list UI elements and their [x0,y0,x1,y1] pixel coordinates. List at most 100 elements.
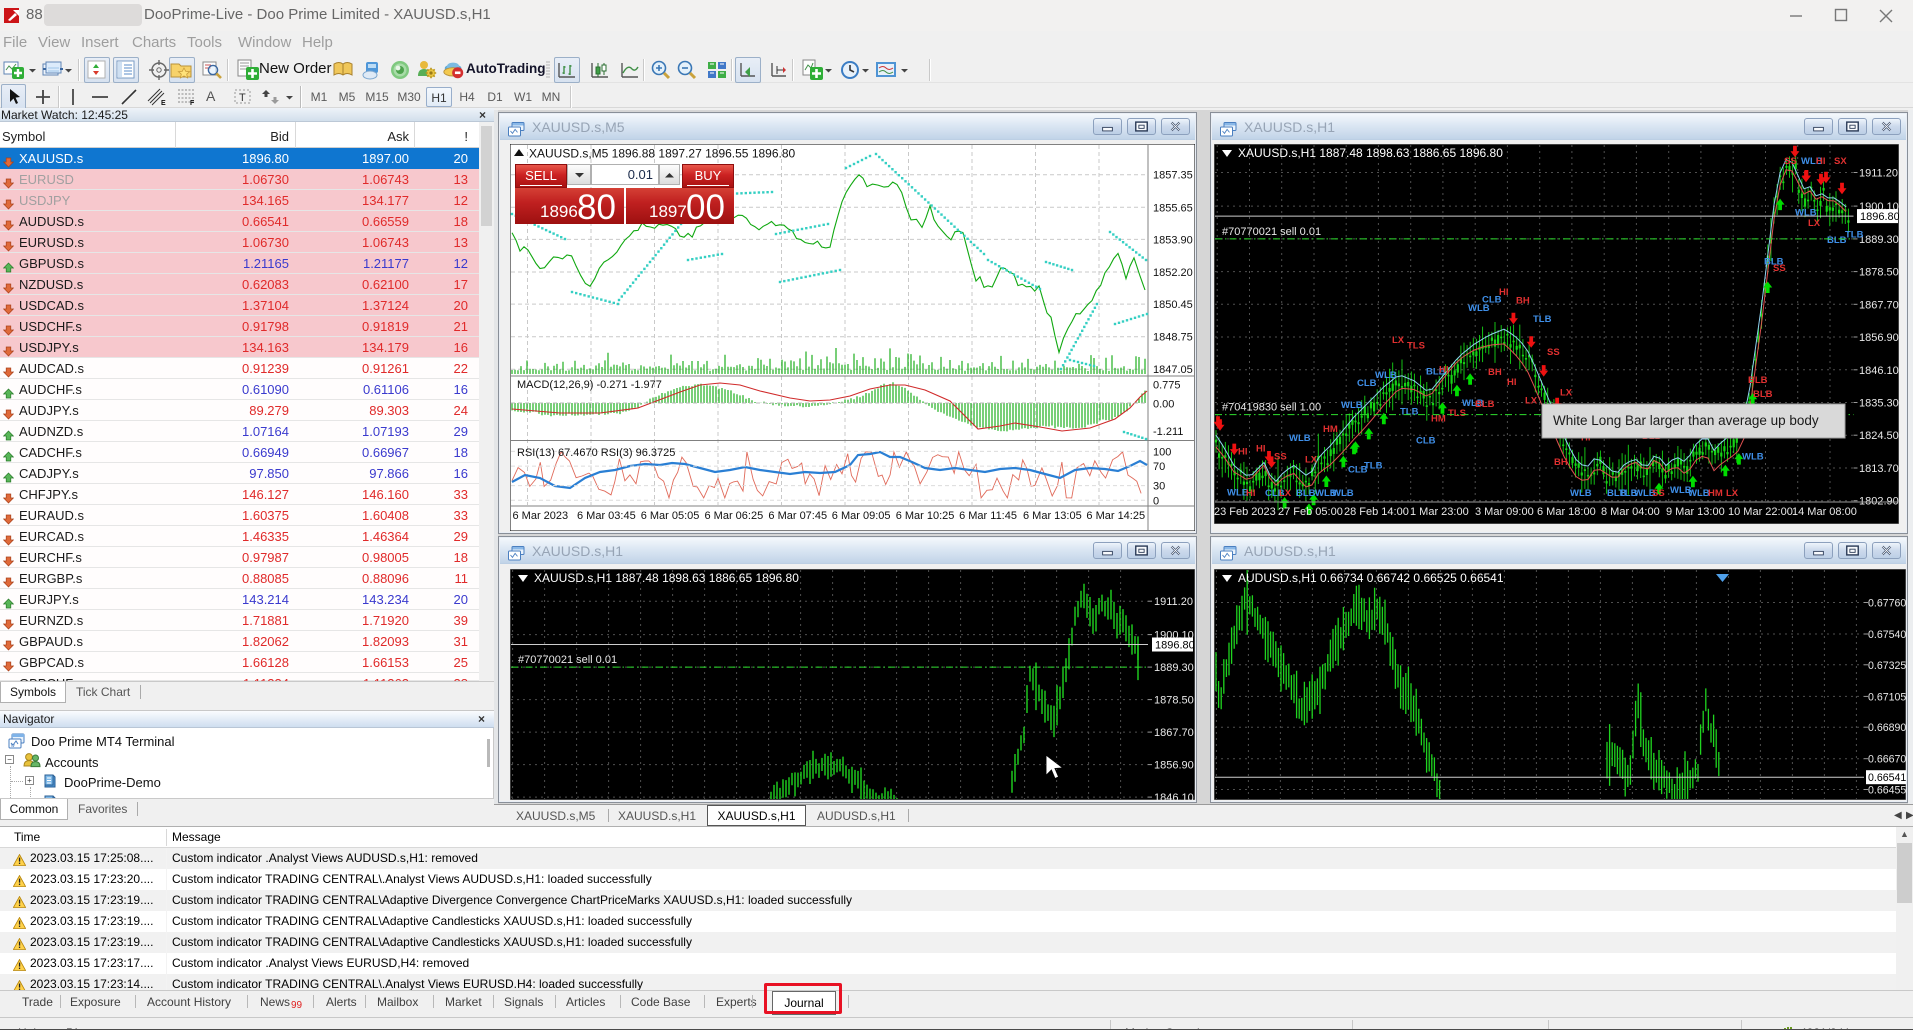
svg-text:9 Mar 13:00: 9 Mar 13:00 [1666,506,1725,518]
svg-text:0.67325: 0.67325 [1868,660,1906,672]
svg-text:LX: LX [1279,488,1292,499]
svg-text:HI: HI [1816,156,1826,167]
svg-text:1853.90: 1853.90 [1153,234,1193,246]
svg-text:0.66890: 0.66890 [1868,722,1906,734]
svg-text:30: 30 [1153,481,1165,493]
svg-text:1824.50: 1824.50 [1859,430,1899,442]
svg-text:6 Mar 07:45: 6 Mar 07:45 [768,510,827,522]
svg-text:WLB: WLB [1289,433,1311,444]
svg-text:BLB: BLB [1748,375,1768,386]
svg-text:BLB: BLB [1827,235,1847,246]
svg-text:HI: HI [1507,377,1517,388]
svg-text:WLB: WLB [1688,488,1710,499]
svg-text:8 Mar 04:00: 8 Mar 04:00 [1601,506,1660,518]
svg-text:LX: LX [1525,395,1538,406]
svg-text:1867.70: 1867.70 [1859,299,1899,311]
svg-text:0.66670: 0.66670 [1868,754,1906,766]
svg-text:0.66541: 0.66541 [1868,772,1906,784]
svg-text:1813.70: 1813.70 [1859,463,1899,475]
svg-text:0.00: 0.00 [1153,398,1174,410]
svg-text:SS: SS [1784,156,1797,167]
svg-text:CLB: CLB [1357,378,1377,389]
svg-text:T: T [239,92,246,104]
svg-text:WLB: WLB [1570,488,1592,499]
svg-text:6 Mar 14:25: 6 Mar 14:25 [1086,510,1145,522]
svg-text:SS: SS [1652,488,1665,499]
svg-text:6 Mar 18:00: 6 Mar 18:00 [1537,506,1596,518]
svg-text:6 Mar 11:45: 6 Mar 11:45 [959,510,1017,522]
svg-text:HI: HI [1256,444,1266,455]
svg-text:SS: SS [1773,263,1786,274]
svg-text:BH: BH [1554,457,1568,468]
svg-text:1850.45: 1850.45 [1153,299,1193,311]
svg-text:28 Feb 14:00: 28 Feb 14:00 [1344,506,1409,518]
svg-text:w: w [11,743,15,749]
svg-text:1911.20: 1911.20 [1154,596,1193,608]
svg-text:1878.50: 1878.50 [1859,267,1899,279]
svg-text:RSI(13) 67.4670 RSI(3) 96.372: RSI(13) 67.4670 RSI(3) 96.3725 [517,447,675,459]
svg-text:White Long Bar larger than ave: White Long Bar larger than average up bo… [1553,413,1819,428]
svg-text:SX: SX [1834,156,1847,167]
svg-text:LX: LX [1808,218,1821,229]
svg-text:6 Mar 06:25: 6 Mar 06:25 [705,510,764,522]
svg-text:1852.20: 1852.20 [1153,267,1193,279]
svg-text:1 Mar 23:00: 1 Mar 23:00 [1410,506,1469,518]
svg-text:6 Mar 03:45: 6 Mar 03:45 [577,510,636,522]
svg-text:TLB: TLB [1400,406,1419,417]
svg-text:1848.75: 1848.75 [1153,332,1193,344]
svg-text:0.67105: 0.67105 [1868,691,1906,703]
svg-text:0.775: 0.775 [1153,380,1181,392]
svg-text:BLB: BLB [1753,389,1773,400]
svg-text:1857.35: 1857.35 [1153,170,1193,182]
svg-text:3 Mar 09:00: 3 Mar 09:00 [1475,506,1534,518]
svg-text:SS: SS [1274,451,1287,462]
svg-text:6 Mar 10:25: 6 Mar 10:25 [896,510,955,522]
svg-text:HI: HI [1246,488,1256,499]
svg-text:1847.05: 1847.05 [1153,364,1193,376]
svg-text:14 Mar 08:00: 14 Mar 08:00 [1792,506,1857,518]
svg-text:#70770021 sell 0.01: #70770021 sell 0.01 [1222,226,1321,238]
svg-text:MACD(12,26,9) -0.271 -1.977: MACD(12,26,9) -0.271 -1.977 [517,379,662,391]
svg-text:0: 0 [1153,495,1159,507]
svg-text:LX: LX [1560,388,1573,399]
svg-text:6 Mar 09:05: 6 Mar 09:05 [832,510,891,522]
svg-text:1846.10: 1846.10 [1154,792,1194,800]
svg-text:TLS: TLS [1407,340,1425,351]
svg-text:HM: HM [1708,488,1723,499]
svg-text:TLB: TLB [1845,230,1864,241]
svg-text:WLB: WLB [1332,488,1354,499]
svg-text:1856.90: 1856.90 [1154,760,1194,772]
svg-text:TLS: TLS [1448,408,1466,419]
svg-text:WLB: WLB [1375,370,1397,381]
svg-text:WLB: WLB [1742,451,1764,462]
svg-text:70: 70 [1153,461,1165,473]
svg-text:AUDUSD.s,H1 0.66734 0.66742 0: AUDUSD.s,H1 0.66734 0.66742 0.66525 0.66… [1238,571,1504,585]
svg-text:#70770021 sell 0.01: #70770021 sell 0.01 [518,654,617,666]
svg-text:1896.80: 1896.80 [1860,211,1899,223]
svg-text:XAUUSD.s,M5 1896.88 1897.27 1: XAUUSD.s,M5 1896.88 1897.27 1896.55 1896… [529,147,796,161]
svg-text:HI: HI [1499,287,1509,298]
svg-text:BLB: BLB [1296,488,1316,499]
svg-text:1878.50: 1878.50 [1154,695,1194,707]
svg-text:CLB: CLB [1416,435,1436,446]
svg-text:1889.30: 1889.30 [1859,234,1899,246]
svg-text:-1.211: -1.211 [1153,426,1183,438]
svg-text:0.67540: 0.67540 [1868,629,1906,641]
svg-text:1867.70: 1867.70 [1154,727,1194,739]
svg-text:XAUUSD.s,H1 1887.48 1898.63 1: XAUUSD.s,H1 1887.48 1898.63 1886.65 1896… [1238,146,1503,160]
svg-text:TLB: TLB [1364,460,1383,471]
svg-text:1846.10: 1846.10 [1859,365,1899,377]
svg-text:0.66455: 0.66455 [1868,785,1906,797]
svg-text:LX: LX [1392,335,1405,346]
svg-text:27 Feb 05:00: 27 Feb 05:00 [1278,506,1343,518]
svg-text:6 Mar 13:05: 6 Mar 13:05 [1023,510,1082,522]
svg-text:#70419830 sell 1.00: #70419830 sell 1.00 [1222,402,1321,414]
svg-text:F: F [190,100,195,106]
svg-text:BH: BH [1516,295,1530,306]
svg-text:1911.20: 1911.20 [1859,168,1898,180]
svg-text:1855.65: 1855.65 [1153,202,1193,214]
svg-text:1856.90: 1856.90 [1859,332,1899,344]
svg-text:HI: HI [1238,447,1248,458]
svg-text:1889.30: 1889.30 [1154,662,1194,674]
svg-text:0.67760: 0.67760 [1868,598,1906,610]
